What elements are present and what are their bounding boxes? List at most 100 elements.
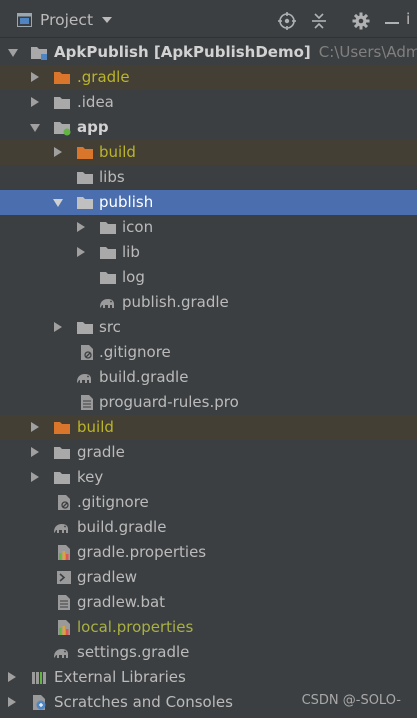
expand-arrow-icon[interactable] <box>31 422 39 432</box>
tree-row-label: publish <box>99 193 154 211</box>
tree-row-local-properties[interactable]: local.properties <box>0 615 417 640</box>
scratches-icon <box>33 695 46 710</box>
tree-row-label: publish.gradle <box>122 293 229 311</box>
tree-row-app-build[interactable]: build <box>0 140 417 165</box>
hide-icon[interactable] <box>383 12 401 30</box>
tree-row-icon[interactable]: icon <box>0 215 417 240</box>
tree-row-label: build.gradle <box>77 518 167 536</box>
tree-row-label: build <box>77 418 114 436</box>
tree-row-label: gradle.properties <box>77 543 207 561</box>
text-file-icon <box>58 595 70 610</box>
properties-file-icon <box>58 545 70 560</box>
tree-row-publish[interactable]: publish <box>0 190 417 215</box>
tree-row-src[interactable]: src <box>0 315 417 340</box>
folder-icon <box>54 447 70 459</box>
expand-arrow-icon[interactable] <box>31 447 39 457</box>
tree-row-label: gradle <box>77 443 125 461</box>
shell-script-icon <box>57 571 71 584</box>
expand-arrow-icon[interactable] <box>30 124 40 132</box>
folder-icon <box>100 222 116 234</box>
settings-gear-icon[interactable] <box>352 12 370 30</box>
tree-row-label: .idea <box>77 93 114 111</box>
locate-icon[interactable] <box>278 12 296 30</box>
gitignore-file-icon <box>58 495 70 510</box>
expand-arrow-icon[interactable] <box>77 247 85 257</box>
expand-arrow-icon[interactable] <box>54 322 62 332</box>
tree-row-label: src <box>99 318 121 336</box>
library-icon <box>32 672 46 684</box>
gitignore-file-icon <box>81 345 93 360</box>
tree-row-gradlew-bat[interactable]: gradlew.bat <box>0 590 417 615</box>
tree-row-root-gitignore[interactable]: .gitignore <box>0 490 417 515</box>
properties-file-icon <box>58 620 70 635</box>
tree-row-external-libraries[interactable]: External Libraries <box>0 665 417 690</box>
folder-icon <box>100 272 116 284</box>
tree-row-gradle-dir[interactable]: .gradle <box>0 65 417 90</box>
root-name: ApkPublish <box>54 43 149 61</box>
tree-row-app[interactable]: app <box>0 115 417 140</box>
root-path: C:\Users\Admini <box>318 43 417 61</box>
tree-row-app-build-gradle[interactable]: build.gradle <box>0 365 417 390</box>
expand-arrow-icon[interactable] <box>8 49 18 57</box>
gradle-elephant-icon <box>77 374 91 383</box>
tree-row-label: local.properties <box>77 618 194 636</box>
excluded-folder-icon <box>54 72 70 84</box>
tree-row-gradlew[interactable]: gradlew <box>0 565 417 590</box>
tree-row-root-build-gradle[interactable]: build.gradle <box>0 515 417 540</box>
folder-icon <box>54 472 70 484</box>
collapse-all-icon[interactable] <box>310 12 328 30</box>
tree-row-app-gitignore[interactable]: .gitignore <box>0 340 417 365</box>
expand-arrow-icon[interactable] <box>8 697 16 707</box>
expand-arrow-icon[interactable] <box>77 222 85 232</box>
module-folder-icon <box>54 122 71 136</box>
tree-row-label: key <box>77 468 104 486</box>
expand-arrow-icon[interactable] <box>31 72 39 82</box>
gradle-elephant-icon <box>100 299 114 308</box>
project-toolbar: Project i <box>0 0 417 38</box>
tree-row-lib[interactable]: lib <box>0 240 417 265</box>
project-tree: ApkPublish [ApkPublishDemo] C:\Users\Admi… <box>0 38 417 718</box>
tree-row-label: build <box>99 143 136 161</box>
tree-row-key[interactable]: key <box>0 465 417 490</box>
tree-row-label: log <box>122 268 145 286</box>
tree-row-label: proguard-rules.pro <box>99 393 239 411</box>
text-file-icon <box>81 395 93 410</box>
tree-row-gradle-folder[interactable]: gradle <box>0 440 417 465</box>
root-module: [ApkPublishDemo] <box>153 43 311 61</box>
tree-row-label: app <box>77 118 109 136</box>
tree-root-row[interactable]: ApkPublish [ApkPublishDemo] C:\Users\Admi… <box>0 40 417 65</box>
tree-row-root-build[interactable]: build <box>0 415 417 440</box>
excluded-folder-icon <box>77 147 93 159</box>
gradle-elephant-icon <box>54 524 68 533</box>
tree-row-label: icon <box>122 218 154 236</box>
tree-row-label: .gitignore <box>99 343 171 361</box>
module-folder-icon <box>31 47 47 60</box>
watermark: CSDN @-SOLO- <box>301 693 401 708</box>
toolbar-overflow-label: i <box>406 10 411 28</box>
folder-icon <box>100 247 116 259</box>
tree-row-label: settings.gradle <box>77 643 190 661</box>
tree-root-label: ApkPublish [ApkPublishDemo] C:\Users\Admi… <box>54 43 417 61</box>
expand-arrow-icon[interactable] <box>8 672 16 682</box>
tree-row-label: .gradle <box>77 68 130 86</box>
project-view-title[interactable]: Project <box>40 11 93 29</box>
tree-row-libs[interactable]: libs <box>0 165 417 190</box>
tree-row-publish-gradle[interactable]: publish.gradle <box>0 290 417 315</box>
tree-row-log[interactable]: log <box>0 265 417 290</box>
folder-icon <box>77 322 93 334</box>
tree-row-settings-gradle[interactable]: settings.gradle <box>0 640 417 665</box>
tree-row-gradle-properties[interactable]: gradle.properties <box>0 540 417 565</box>
expand-arrow-icon[interactable] <box>31 472 39 482</box>
expand-arrow-icon[interactable] <box>31 97 39 107</box>
gradle-elephant-icon <box>54 649 68 658</box>
expand-arrow-icon[interactable] <box>54 147 62 157</box>
tree-row-proguard[interactable]: proguard-rules.pro <box>0 390 417 415</box>
tree-row-label: gradlew.bat <box>77 593 166 611</box>
tree-row-idea[interactable]: .idea <box>0 90 417 115</box>
tree-row-label: build.gradle <box>99 368 189 386</box>
folder-icon <box>77 172 93 184</box>
expand-arrow-icon[interactable] <box>53 199 63 207</box>
project-view-icon <box>17 13 32 27</box>
chevron-down-icon[interactable] <box>102 17 112 23</box>
folder-icon <box>54 97 70 109</box>
